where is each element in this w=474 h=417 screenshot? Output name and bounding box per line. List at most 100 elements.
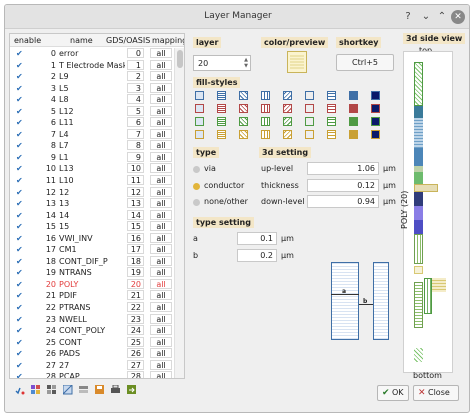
layer-name[interactable]: L8 (59, 95, 125, 104)
enable-checkbox[interactable]: ✔ (16, 338, 24, 347)
layer-name[interactable]: L11 (59, 118, 125, 127)
mapping-field[interactable]: all (150, 244, 172, 255)
enable-checkbox[interactable]: ✔ (16, 61, 24, 70)
fill-style-swatch[interactable] (217, 91, 226, 100)
layer-name[interactable]: L13 (59, 164, 125, 173)
layer-name[interactable]: error (59, 49, 125, 58)
layer-name[interactable]: PCAP (59, 372, 125, 378)
enable-checkbox[interactable]: ✔ (16, 223, 24, 231)
fill-style-swatch[interactable] (305, 117, 314, 126)
mapping-field[interactable]: all (150, 186, 172, 197)
table-row[interactable]: ✔ 3 L5 3 all (10, 82, 174, 95)
layer-name[interactable]: 12 (59, 188, 125, 197)
gds-number-field[interactable]: 21 (127, 290, 144, 301)
mapping-field[interactable]: all (150, 359, 172, 370)
gds-number-field[interactable]: 6 (127, 117, 144, 128)
layer-name[interactable]: 15 (59, 222, 125, 231)
mapping-field[interactable]: all (150, 221, 172, 232)
layer-name[interactable]: 27 (59, 361, 125, 370)
header-name[interactable]: name (70, 36, 93, 45)
table-row[interactable]: ✔ 2 L9 2 all (10, 71, 174, 83)
fill-style-swatch[interactable] (283, 104, 292, 113)
gds-number-field[interactable]: 15 (127, 221, 144, 232)
mapping-field[interactable]: all (150, 82, 172, 93)
mapping-field[interactable]: all (150, 348, 172, 359)
gds-number-field[interactable]: 13 (127, 198, 144, 209)
layer-name[interactable]: L10 (59, 176, 125, 185)
enable-checkbox[interactable]: ✔ (16, 280, 24, 289)
mapping-field[interactable]: all (150, 278, 172, 289)
radio-none[interactable] (193, 199, 200, 206)
table-row[interactable]: ✔ 19 NTRANS 19 all (10, 267, 174, 279)
layer-name[interactable]: 13 (59, 199, 125, 208)
mapping-field[interactable]: all (150, 267, 172, 278)
enable-checkbox[interactable]: ✔ (16, 292, 24, 300)
gds-number-field[interactable]: 16 (127, 232, 144, 243)
fill-style-swatch[interactable] (327, 91, 336, 100)
grid-layers-icon[interactable] (47, 385, 57, 395)
gds-number-field[interactable]: 0 (127, 48, 144, 58)
mapping-field[interactable]: all (150, 198, 172, 209)
fill-style-swatch[interactable] (349, 104, 358, 113)
export-icon[interactable] (127, 385, 137, 395)
fill-style-swatch[interactable] (305, 130, 314, 139)
gds-number-field[interactable]: 14 (127, 209, 144, 220)
fill-style-swatch[interactable] (349, 117, 358, 126)
mapping-field[interactable]: all (150, 105, 172, 116)
enable-checkbox[interactable]: ✔ (16, 269, 24, 277)
enable-checkbox[interactable]: ✔ (16, 50, 24, 58)
header-mapping[interactable]: mapping (152, 36, 184, 45)
fill-style-swatch[interactable] (261, 104, 270, 113)
layer-name[interactable]: CM1 (59, 245, 125, 254)
fill-style-swatch[interactable] (195, 91, 204, 100)
table-row[interactable]: ✔ 5 L12 5 all (10, 105, 174, 118)
header-enable[interactable]: enable (14, 36, 41, 45)
param-b-input[interactable]: 0.2 (237, 249, 277, 262)
layer-name[interactable]: PTRANS (59, 303, 125, 312)
gds-number-field[interactable]: 28 (127, 371, 144, 378)
mapping-field[interactable]: all (150, 128, 172, 139)
help-button[interactable]: ? (401, 10, 415, 24)
param-a-input[interactable]: 0.1 (237, 232, 277, 245)
down-level-input[interactable]: 0.94 (307, 195, 379, 208)
enable-checkbox[interactable]: ✔ (16, 73, 24, 81)
table-row[interactable]: ✔ 26 PADS 26 all (10, 348, 174, 360)
table-row[interactable]: ✔ 27 27 27 all (10, 359, 174, 372)
mapping-field[interactable]: all (150, 290, 172, 301)
enable-checkbox[interactable]: ✔ (16, 119, 24, 127)
layer-name[interactable]: L5 (59, 84, 125, 93)
fill-style-swatch[interactable] (371, 91, 380, 100)
table-row[interactable]: ✔ 15 15 15 all (10, 221, 174, 233)
fill-style-swatch[interactable] (239, 117, 248, 126)
enable-checkbox[interactable]: ✔ (16, 84, 24, 93)
enable-checkbox[interactable]: ✔ (16, 234, 24, 243)
mapping-field[interactable]: all (150, 175, 172, 186)
fill-style-swatch[interactable] (261, 117, 270, 126)
ok-button[interactable]: ✔ OK (377, 385, 409, 401)
mapping-field[interactable]: all (150, 59, 172, 70)
gds-number-field[interactable]: 7 (127, 128, 144, 139)
enable-checkbox[interactable]: ✔ (16, 373, 24, 378)
table-row[interactable]: ✔ 23 NWELL 23 all (10, 313, 174, 326)
gds-number-field[interactable]: 2 (127, 71, 144, 82)
enable-checkbox[interactable]: ✔ (16, 177, 24, 185)
mapping-field[interactable]: all (150, 163, 172, 174)
fill-style-swatch[interactable] (239, 104, 248, 113)
table-row[interactable]: ✔ 17 CM1 17 all (10, 244, 174, 256)
layer-name[interactable]: 14 (59, 211, 125, 220)
layer-name[interactable]: L12 (59, 107, 125, 116)
layer-name[interactable]: L7 (59, 141, 125, 150)
table-row[interactable]: ✔ 0 error 0 all (10, 48, 174, 60)
table-row[interactable]: ✔ 1 T Electrode Mask 1 all (10, 59, 174, 72)
table-row[interactable]: ✔ 22 PTRANS 22 all (10, 302, 174, 314)
gds-number-field[interactable]: 3 (127, 82, 144, 93)
enable-checkbox[interactable]: ✔ (16, 200, 24, 208)
table-row[interactable]: ✔ 9 L1 9 all (10, 151, 174, 164)
close-window-button[interactable]: ✕ (451, 10, 465, 24)
enable-checkbox[interactable]: ✔ (16, 211, 24, 220)
mapping-field[interactable]: all (150, 151, 172, 162)
gds-number-field[interactable]: 25 (127, 336, 144, 347)
gds-number-field[interactable]: 24 (127, 325, 144, 336)
fill-style-swatch[interactable] (261, 130, 270, 139)
spin-arrows-icon[interactable]: ▲ ▼ (244, 57, 248, 69)
